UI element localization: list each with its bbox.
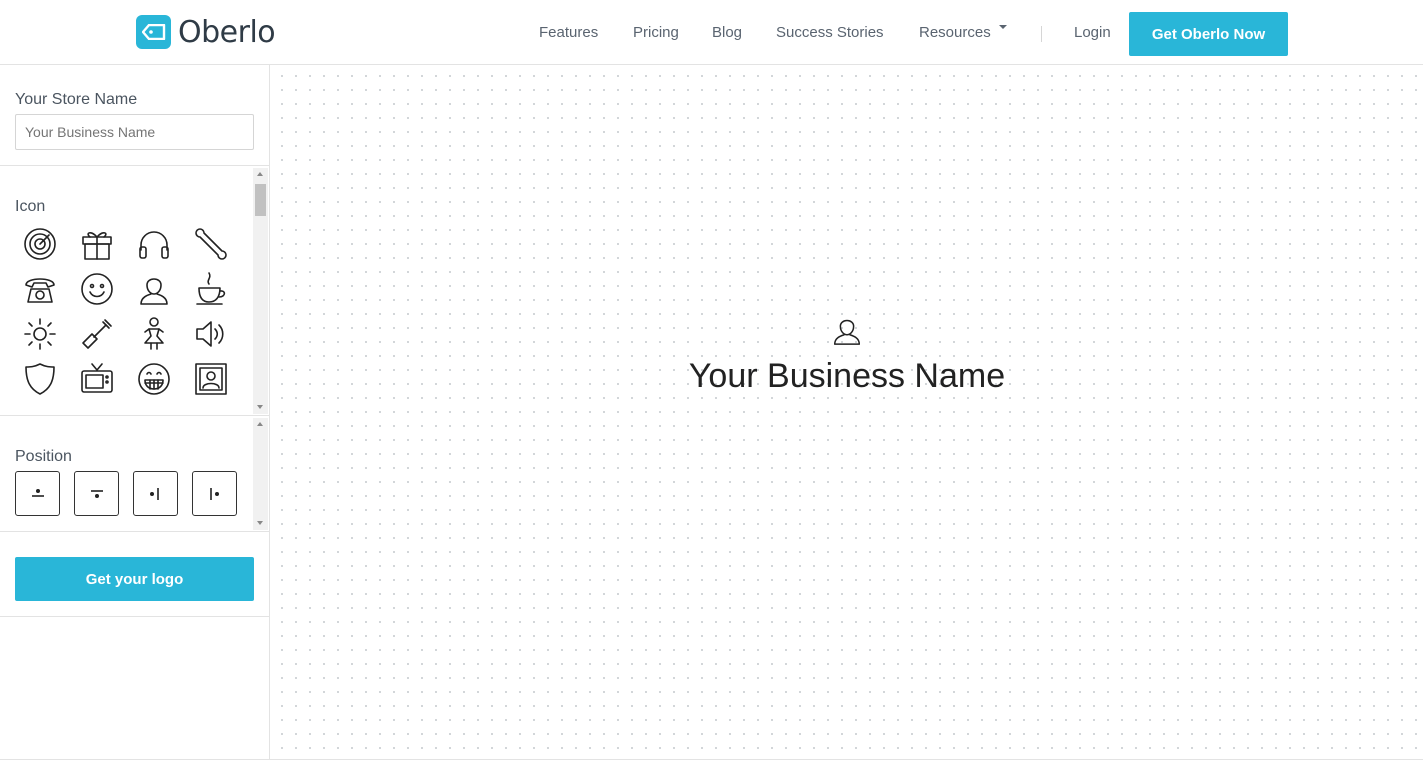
icon-section: Icon	[0, 166, 269, 416]
get-oberlo-button[interactable]: Get Oberlo Now	[1129, 12, 1288, 56]
nav-pricing[interactable]: Pricing	[633, 24, 679, 41]
top-header: Oberlo Features Pricing Blog Success Sto…	[0, 0, 1423, 65]
radar-icon[interactable]	[17, 224, 63, 264]
icon-label: Icon	[15, 198, 46, 215]
smiley-icon[interactable]	[74, 269, 120, 309]
logo-preview: Your Business Name	[271, 313, 1423, 396]
sun-icon[interactable]	[17, 314, 63, 354]
portrait-icon[interactable]	[188, 359, 234, 399]
shield-icon[interactable]	[17, 359, 63, 399]
sidebar: Your Store Name Icon	[0, 65, 270, 759]
brand-name: Oberlo	[178, 14, 276, 50]
chevron-down-icon	[998, 25, 1007, 29]
icon-bottom-position-icon	[91, 490, 103, 498]
bone-icon[interactable]	[188, 224, 234, 264]
store-name-input[interactable]	[15, 114, 254, 150]
nav-success-stories[interactable]: Success Stories	[776, 24, 884, 41]
icon-left-position-button[interactable]	[133, 471, 178, 516]
scroll-thumb[interactable]	[255, 184, 266, 216]
oberlo-logo[interactable]: Oberlo	[136, 14, 276, 50]
scroll-down-icon[interactable]	[257, 521, 263, 525]
shovel-icon[interactable]	[74, 314, 120, 354]
nav-features[interactable]: Features	[539, 24, 598, 41]
girl-icon[interactable]	[131, 314, 177, 354]
tag-icon	[136, 15, 171, 49]
person-icon[interactable]	[131, 269, 177, 309]
position-scrollbar[interactable]	[253, 418, 268, 530]
telephone-icon[interactable]	[17, 269, 63, 309]
login-link[interactable]: Login	[1074, 24, 1111, 41]
scroll-down-icon[interactable]	[257, 405, 263, 409]
grin-icon[interactable]	[131, 359, 177, 399]
logo-preview-canvas: Your Business Name	[271, 65, 1423, 759]
coffee-cup-icon[interactable]	[188, 269, 234, 309]
bottom-divider	[0, 759, 1423, 760]
nav-resources-label: Resources	[919, 24, 991, 41]
store-name-label: Your Store Name	[15, 91, 138, 108]
icon-top-position-button[interactable]	[15, 471, 60, 516]
get-logo-section: Get your logo	[0, 532, 269, 617]
tv-icon[interactable]	[74, 359, 120, 399]
position-label: Position	[15, 448, 72, 465]
icon-bottom-position-button[interactable]	[74, 471, 119, 516]
gift-icon[interactable]	[74, 224, 120, 264]
icon-right-position-button[interactable]	[192, 471, 237, 516]
icon-top-position-icon	[32, 489, 44, 497]
position-section: Position	[0, 416, 269, 532]
scroll-up-icon[interactable]	[257, 172, 263, 176]
icon-left-position-icon	[150, 488, 159, 500]
icon-scrollbar[interactable]	[253, 168, 268, 414]
nav-resources[interactable]: Resources	[919, 24, 1007, 41]
speaker-icon[interactable]	[188, 314, 234, 354]
headphones-icon[interactable]	[131, 224, 177, 264]
icon-right-position-icon	[210, 488, 219, 500]
nav-blog[interactable]: Blog	[712, 24, 742, 41]
preview-business-name: Your Business Name	[688, 357, 1006, 395]
nav-divider	[1041, 26, 1042, 42]
person-icon	[830, 313, 864, 347]
get-logo-button[interactable]: Get your logo	[15, 557, 254, 601]
store-name-section: Your Store Name	[0, 65, 269, 166]
scroll-up-icon[interactable]	[257, 422, 263, 426]
